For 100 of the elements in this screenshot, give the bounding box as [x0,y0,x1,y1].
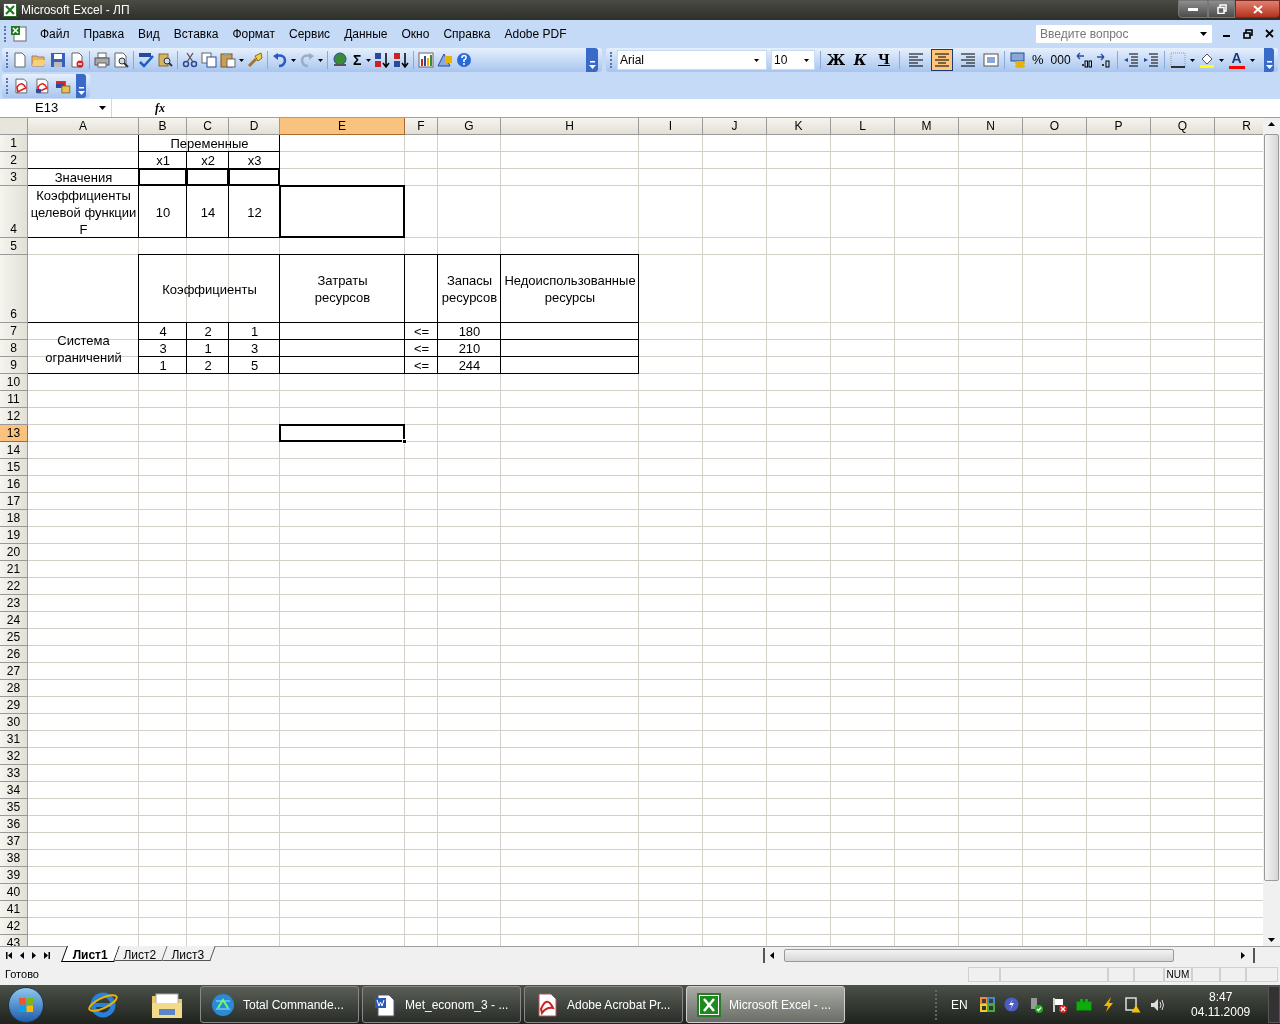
row-header[interactable]: 13 [0,425,28,442]
row-header[interactable]: 28 [0,680,28,697]
scroll-thumb[interactable] [1264,134,1279,881]
decrease-indent-icon[interactable] [1122,52,1139,68]
dropdown-caret-icon[interactable] [1249,58,1255,62]
menu-item[interactable]: Окно [395,23,436,44]
row-header[interactable]: 27 [0,663,28,680]
menu-item[interactable]: Сервис [283,23,337,44]
sort-ascending-icon[interactable] [374,52,391,68]
italic-button[interactable]: К [850,49,870,71]
increase-decimal-icon[interactable] [1075,52,1092,68]
dropdown-caret-icon[interactable] [804,58,809,62]
row-header[interactable]: 17 [0,493,28,510]
font-size-field[interactable]: 10 [771,50,815,70]
taskbar-button[interactable]: Total Commande... [200,986,359,1023]
copy-icon[interactable] [201,52,217,68]
row-header[interactable]: 23 [0,595,28,612]
start-button[interactable] [8,986,44,1023]
row-header[interactable]: 25 [0,629,28,646]
restore-button[interactable] [1208,0,1235,18]
row-header[interactable]: 26 [0,646,28,663]
percent-button[interactable]: % [1030,50,1046,70]
currency-coins-icon[interactable] [1010,52,1026,68]
borders-icon[interactable] [1169,52,1186,68]
row-header[interactable]: 35 [0,799,28,816]
research-icon[interactable] [157,52,173,68]
row-header[interactable]: 1 [0,135,28,152]
vertical-scrollbar[interactable] [1263,118,1280,946]
row-header[interactable]: 20 [0,544,28,561]
autosum-button[interactable]: Σ [351,50,364,70]
dropdown-caret-icon[interactable] [99,106,106,110]
row-header[interactable]: 40 [0,884,28,901]
minimize-button[interactable] [1178,0,1208,18]
print-preview-icon[interactable] [113,52,129,68]
row-header[interactable]: 22 [0,578,28,595]
row-header[interactable]: 29 [0,697,28,714]
restore-icon[interactable] [1243,28,1253,39]
row-header[interactable]: 24 [0,612,28,629]
toolbar-options-icon[interactable] [77,87,85,95]
insert-function-button[interactable]: fx [155,99,165,117]
toolbar-options-icon[interactable] [588,61,596,69]
dropdown-caret-icon[interactable] [239,58,244,62]
undo-icon[interactable] [272,52,288,68]
row-header[interactable]: 3 [0,169,28,186]
dropdown-caret-icon[interactable] [366,58,372,62]
colored-squares-icon[interactable] [979,997,995,1012]
selected-cell[interactable] [279,424,405,442]
next-sheet-icon[interactable] [32,951,36,959]
row-header[interactable]: 32 [0,748,28,765]
scroll-up-icon[interactable] [1268,122,1275,126]
column-header[interactable]: J [703,118,767,135]
flag-error-icon[interactable] [1051,996,1067,1013]
first-sheet-icon[interactable] [6,951,12,959]
toolbar-options-icon[interactable] [1265,61,1273,69]
row-header[interactable]: 31 [0,731,28,748]
paste-icon[interactable] [220,52,236,68]
row-header[interactable]: 42 [0,918,28,935]
row-header[interactable]: 37 [0,833,28,850]
scroll-left-icon[interactable] [770,951,775,959]
column-header[interactable]: K [767,118,831,135]
column-header[interactable]: P [1087,118,1151,135]
menu-item[interactable]: Данные [338,23,394,44]
row-header[interactable]: 41 [0,901,28,918]
cut-icon[interactable] [182,52,198,68]
dropdown-caret-icon[interactable] [1199,31,1207,36]
dropdown-caret-icon[interactable] [1218,58,1224,62]
column-header[interactable]: F [405,118,438,135]
help-icon[interactable] [456,52,473,68]
font-name-field[interactable]: Arial [617,50,767,70]
lightning-circle-icon[interactable] [1003,997,1019,1012]
pdf-convert-icon[interactable] [14,78,30,94]
font-color-button[interactable]: A [1227,50,1246,70]
row-header[interactable]: 7 [0,323,28,340]
scroll-thumb[interactable] [784,948,1175,962]
column-header[interactable]: H [501,118,639,135]
column-header[interactable]: Q [1151,118,1215,135]
clock-time[interactable]: 8:47 [1209,989,1233,1005]
column-header[interactable]: O [1023,118,1087,135]
hyperlink-globe-icon[interactable] [332,52,348,68]
row-header[interactable]: 36 [0,816,28,833]
column-header[interactable]: M [895,118,959,135]
clock-date[interactable]: 04.11.2009 [1191,1004,1251,1020]
row-header[interactable]: 39 [0,867,28,884]
thousands-separator-button[interactable]: 000 [1049,51,1072,69]
fill-color-icon[interactable] [1198,52,1215,68]
question-field[interactable]: Введите вопрос [1035,23,1213,44]
dropdown-caret-icon[interactable] [1189,58,1195,62]
close-button[interactable] [1235,0,1280,18]
pdf-review-icon[interactable] [55,78,72,94]
row-header[interactable]: 34 [0,782,28,799]
menu-item[interactable]: Вид [132,23,166,44]
column-header[interactable]: A [28,118,139,135]
menu-item[interactable]: Файл [34,23,76,44]
row-header[interactable]: 16 [0,476,28,493]
menu-item[interactable]: Вставка [167,23,225,44]
column-header[interactable]: D [229,118,280,135]
spelling-check-icon[interactable] [138,52,154,68]
battery-plug-icon[interactable] [1075,997,1092,1012]
row-header[interactable]: 21 [0,561,28,578]
column-header[interactable]: C [187,118,229,135]
